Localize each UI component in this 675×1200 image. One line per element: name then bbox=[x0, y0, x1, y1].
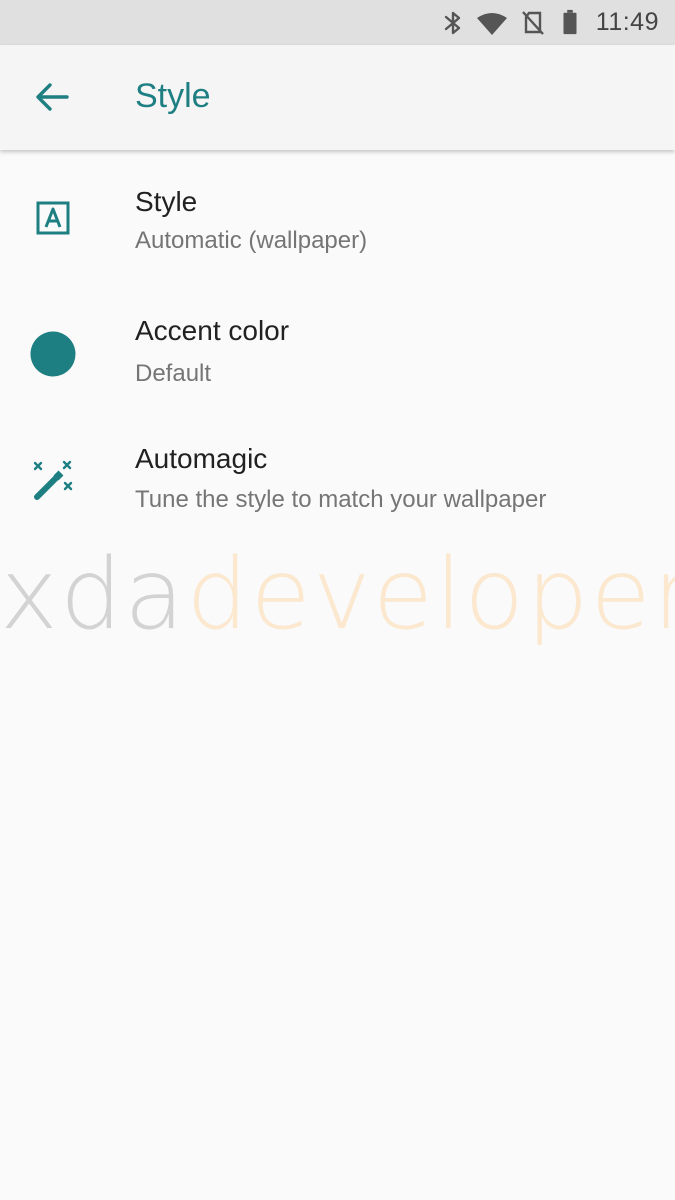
page-title: Style bbox=[135, 77, 211, 115]
pref-item-accent-color[interactable]: Accent color Default bbox=[0, 278, 675, 411]
pref-item-style[interactable]: Style Automatic (wallpaper) bbox=[0, 150, 675, 278]
back-button[interactable] bbox=[22, 69, 82, 125]
pref-summary: Default bbox=[135, 360, 212, 387]
pref-title: Automagic bbox=[135, 443, 268, 474]
preference-list: Style Automatic (wallpaper) Accent color… bbox=[0, 150, 675, 541]
battery-icon bbox=[563, 9, 577, 35]
watermark-developers: developers bbox=[186, 545, 675, 645]
watermark: xdadevelopers bbox=[0, 545, 675, 645]
pref-item-automagic[interactable]: Automagic Tune the style to match your w… bbox=[0, 411, 675, 541]
bluetooth-icon bbox=[444, 11, 461, 35]
no-sim-icon bbox=[522, 11, 544, 35]
status-bar: 11:49 bbox=[0, 0, 675, 45]
pref-title: Accent color bbox=[135, 315, 290, 346]
pref-summary: Tune the style to match your wallpaper bbox=[135, 486, 547, 513]
arrow-back-icon bbox=[36, 83, 69, 111]
pref-title: Style bbox=[135, 186, 198, 217]
color-dot-icon bbox=[18, 324, 88, 384]
app-bar: Style bbox=[0, 45, 675, 150]
screen: 11:49 Style Style Automatic (wallpaper) bbox=[0, 0, 675, 1200]
wifi-icon bbox=[477, 13, 507, 35]
style-a-icon bbox=[18, 188, 88, 248]
magic-wand-icon bbox=[18, 451, 88, 511]
watermark-xda: xda bbox=[0, 545, 187, 645]
status-time: 11:49 bbox=[595, 8, 659, 36]
pref-summary: Automatic (wallpaper) bbox=[135, 227, 368, 254]
